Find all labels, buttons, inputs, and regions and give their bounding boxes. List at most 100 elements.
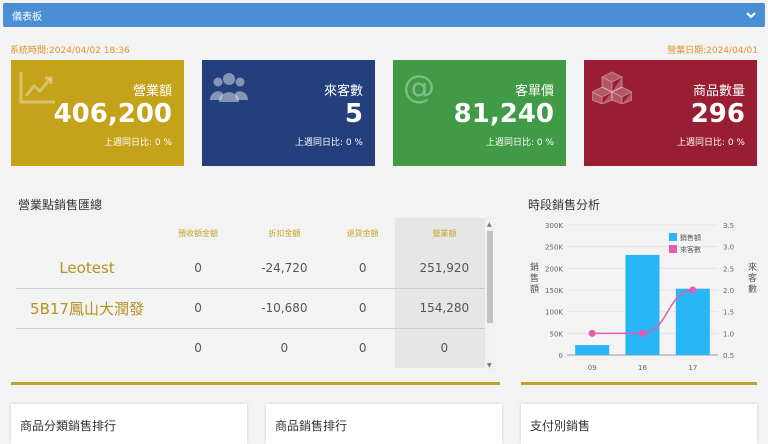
scrollbar-thumb[interactable]: [487, 231, 493, 323]
table-cell: 0: [358, 260, 367, 275]
card-title: 商品分類銷售排行: [20, 419, 117, 433]
y-tick-label: 200K: [545, 265, 563, 273]
svg-text:額: 額: [530, 283, 539, 295]
kpi-label: 營業額: [132, 84, 172, 99]
y2-tick-label: 3.0: [723, 244, 734, 252]
kpi-compare: 上週同日比: 0 %: [676, 138, 745, 148]
trend-chart-icon: [19, 72, 55, 104]
table-row[interactable]: 5B17鳳山大潤發 0 -10,680 0 154,280: [16, 287, 494, 328]
users-icon: [210, 73, 248, 102]
table-cell: 0: [330, 327, 395, 368]
table-row[interactable]: 0 0 0 0: [16, 327, 494, 368]
line-point: [588, 329, 596, 337]
kpi-value: 5: [344, 99, 363, 129]
scroll-down-icon[interactable]: ▼: [487, 362, 492, 369]
legend-swatch: [669, 233, 677, 241]
column-header: 折扣金額: [268, 228, 301, 238]
table-cell: 0: [394, 327, 494, 368]
y-tick-label: 150K: [545, 287, 563, 295]
svg-text:售: 售: [530, 272, 539, 284]
chevron-down-icon[interactable]: [745, 9, 757, 21]
card-title: 商品銷售排行: [275, 419, 348, 433]
sales-summary-title: 營業點銷售匯總: [18, 198, 103, 212]
x-tick-label: 17: [688, 364, 697, 372]
svg-text:@: @: [403, 70, 435, 104]
card-title: 支付別銷售: [530, 419, 591, 433]
column-header: 退貨金額: [346, 228, 379, 238]
svg-text:來: 來: [748, 262, 757, 273]
svg-text:銷: 銷: [530, 261, 539, 273]
y-axis-title: 銷售額: [530, 261, 539, 295]
scroll-up-icon[interactable]: ▲: [487, 221, 492, 228]
at-sign-icon: @: [403, 70, 435, 104]
svg-text:數: 數: [748, 283, 757, 295]
y2-tick-label: 2.0: [723, 287, 734, 295]
kpi-card-revenue: 營業額 406,200 上週同日比: 0 %: [11, 60, 184, 166]
table-row[interactable]: Leotest 0 -24,720 0 251,920: [16, 248, 494, 288]
chart-title: 時段銷售分析: [528, 198, 601, 212]
table-cell: 0: [158, 327, 239, 368]
table-header-row: 預收額金額 折扣金額 退貨金額 營業額: [16, 218, 494, 248]
table-cell: -10,680: [238, 287, 331, 328]
bar: [625, 254, 660, 355]
y-tick-label: 0: [559, 352, 563, 360]
business-date: 營業日期:2024/04/01: [667, 46, 758, 56]
table-scrollbar[interactable]: ▲ ▼: [485, 219, 495, 371]
kpi-label: 客單價: [514, 84, 554, 99]
y-tick-label: 250K: [545, 244, 563, 252]
y-tick-label: 300K: [545, 222, 563, 230]
column-header: [16, 218, 158, 248]
table-cell: 0: [238, 327, 331, 368]
y2-tick-label: 2.5: [723, 265, 734, 273]
line-point: [689, 286, 697, 294]
kpi-value: 406,200: [53, 99, 172, 129]
y2-tick-label: 1.5: [723, 309, 734, 317]
section-divider: [11, 382, 500, 385]
kpi-card-quantity: 商品數量 296 上週同日比: 0 %: [584, 60, 757, 166]
category-ranking-card[interactable]: 商品分類銷售排行: [11, 404, 247, 444]
bar: [575, 345, 610, 355]
sales-summary-table: 預收額金額 折扣金額 退貨金額 營業額 Leotest 0 -24,720 0 …: [16, 218, 494, 368]
y2-axis-title: 來客數: [748, 262, 757, 295]
kpi-card-customers: 來客數 5 上週同日比: 0 %: [202, 60, 375, 166]
y2-tick-label: 3.5: [723, 222, 734, 230]
store-name: Leotest: [59, 258, 115, 277]
y2-tick-label: 0.5: [723, 352, 734, 360]
kpi-value: 296: [690, 99, 745, 129]
column-header: 營業額: [394, 218, 494, 248]
kpi-label: 商品數量: [692, 84, 745, 99]
store-name: 5B17鳳山大潤發: [16, 287, 158, 328]
dashboard-title: 儀表板: [12, 12, 42, 23]
table-cell: -24,720: [261, 260, 308, 275]
x-tick-label: 16: [638, 364, 647, 372]
product-ranking-card[interactable]: 商品銷售排行: [266, 404, 502, 444]
dashboard-header-bar[interactable]: 儀表板: [3, 3, 765, 27]
x-tick-label: 09: [588, 364, 597, 372]
system-time: 系統時間:2024/04/02 18:36: [10, 46, 130, 56]
bar: [675, 288, 710, 355]
kpi-compare: 上週同日比: 0 %: [294, 138, 363, 148]
kpi-value: 81,240: [453, 99, 554, 129]
kpi-compare: 上週同日比: 0 %: [485, 138, 554, 148]
table-cell: 0: [194, 260, 202, 275]
line-point: [639, 329, 646, 337]
table-cell: 154,280: [394, 287, 494, 328]
store-name: [16, 327, 158, 368]
boxes-icon: [592, 71, 632, 104]
hourly-sales-chart: 0 50K 100K 150K 200K 250K 300K 0.5 1.0 1.5 2.0 2.5 3…: [530, 222, 757, 372]
kpi-compare: 上週同日比: 0 %: [103, 138, 172, 148]
kpi-card-avg-ticket: @ 客單價 81,240 上週同日比: 0 %: [393, 60, 566, 166]
table-cell: 0: [158, 287, 239, 328]
section-divider: [521, 382, 757, 385]
y-tick-label: 100K: [545, 309, 563, 317]
table-cell: 0: [330, 287, 395, 328]
legend-label: 來客數: [680, 245, 701, 254]
y-tick-label: 50K: [550, 330, 564, 338]
y2-tick-label: 1.0: [723, 330, 734, 338]
kpi-label: 來客數: [323, 84, 363, 99]
legend-label: 銷售額: [680, 233, 701, 242]
table-cell: 251,920: [394, 248, 494, 288]
payment-sales-card[interactable]: 支付別銷售: [521, 404, 757, 444]
legend-swatch: [669, 245, 677, 253]
column-header: 預收額金額: [178, 228, 218, 238]
